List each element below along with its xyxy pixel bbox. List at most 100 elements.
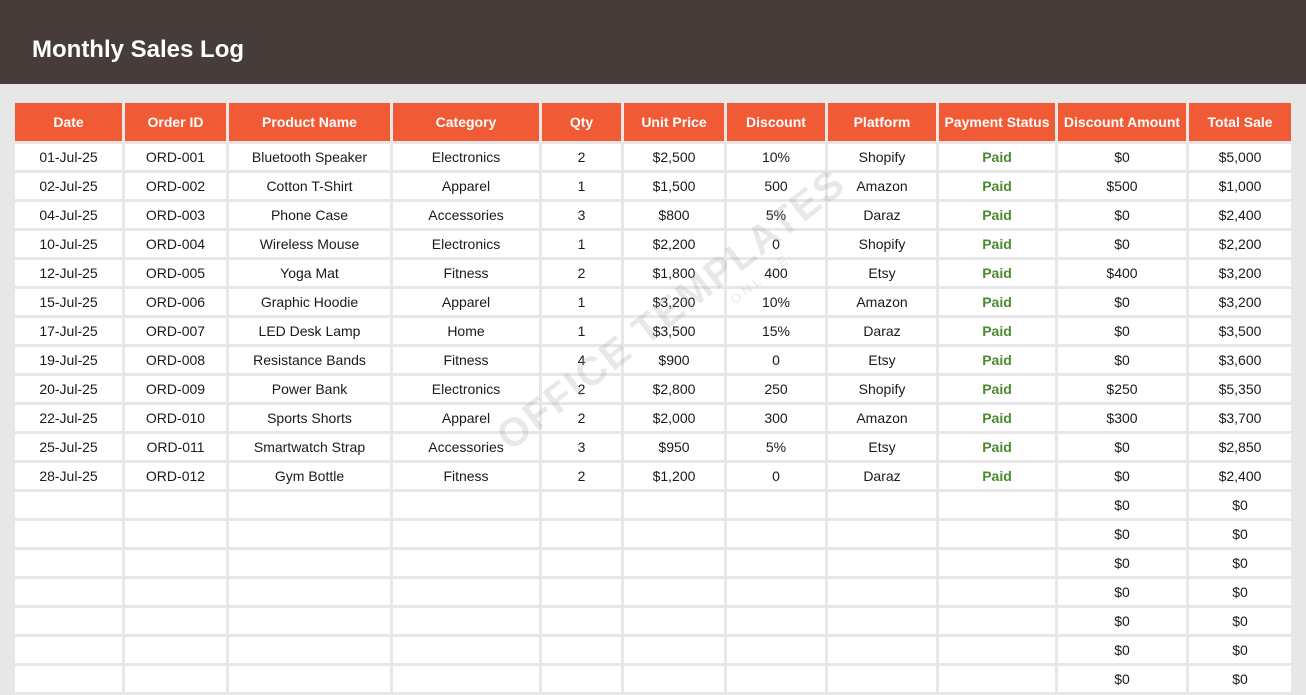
cell-discount[interactable]	[727, 550, 825, 576]
cell-date[interactable]: 19-Jul-25	[15, 347, 122, 373]
cell-discount[interactable]: 300	[727, 405, 825, 431]
cell-discount-amount[interactable]: $0	[1058, 144, 1186, 170]
cell-product-name[interactable]: Power Bank	[229, 376, 390, 402]
cell-platform[interactable]	[828, 492, 936, 518]
cell-discount[interactable]: 5%	[727, 202, 825, 228]
column-header-category[interactable]: Category	[393, 103, 539, 141]
cell-product-name[interactable]: Graphic Hoodie	[229, 289, 390, 315]
cell-platform[interactable]: Amazon	[828, 405, 936, 431]
cell-unit-price[interactable]: $2,200	[624, 231, 724, 257]
column-header-total-sale[interactable]: Total Sale	[1189, 103, 1291, 141]
cell-unit-price[interactable]	[624, 579, 724, 605]
cell-unit-price[interactable]: $1,200	[624, 463, 724, 489]
cell-date[interactable]: 01-Jul-25	[15, 144, 122, 170]
cell-platform[interactable]	[828, 637, 936, 663]
cell-category[interactable]: Apparel	[393, 405, 539, 431]
cell-discount-amount[interactable]: $0	[1058, 608, 1186, 634]
cell-payment-status[interactable]: Paid	[939, 173, 1055, 199]
cell-payment-status[interactable]	[939, 550, 1055, 576]
cell-total-sale[interactable]: $2,850	[1189, 434, 1291, 460]
cell-date[interactable]: 10-Jul-25	[15, 231, 122, 257]
cell-total-sale[interactable]: $2,200	[1189, 231, 1291, 257]
cell-date[interactable]: 25-Jul-25	[15, 434, 122, 460]
cell-total-sale[interactable]: $1,000	[1189, 173, 1291, 199]
cell-discount[interactable]: 0	[727, 347, 825, 373]
cell-platform[interactable]: Amazon	[828, 173, 936, 199]
column-header-date[interactable]: Date	[15, 103, 122, 141]
column-header-order-id[interactable]: Order ID	[125, 103, 226, 141]
cell-total-sale[interactable]: $3,200	[1189, 260, 1291, 286]
cell-product-name[interactable]	[229, 637, 390, 663]
cell-order-id[interactable]: ORD-006	[125, 289, 226, 315]
cell-unit-price[interactable]	[624, 550, 724, 576]
cell-qty[interactable]: 1	[542, 231, 621, 257]
cell-qty[interactable]	[542, 492, 621, 518]
cell-order-id[interactable]	[125, 492, 226, 518]
cell-order-id[interactable]: ORD-010	[125, 405, 226, 431]
column-header-payment-status[interactable]: Payment Status	[939, 103, 1055, 141]
cell-total-sale[interactable]: $5,000	[1189, 144, 1291, 170]
cell-total-sale[interactable]: $0	[1189, 550, 1291, 576]
cell-unit-price[interactable]	[624, 666, 724, 692]
cell-category[interactable]: Electronics	[393, 231, 539, 257]
cell-discount[interactable]: 10%	[727, 144, 825, 170]
cell-platform[interactable]: Shopify	[828, 231, 936, 257]
cell-qty[interactable]	[542, 637, 621, 663]
column-header-platform[interactable]: Platform	[828, 103, 936, 141]
cell-discount-amount[interactable]: $0	[1058, 434, 1186, 460]
column-header-qty[interactable]: Qty	[542, 103, 621, 141]
cell-date[interactable]: 28-Jul-25	[15, 463, 122, 489]
cell-qty[interactable]: 2	[542, 144, 621, 170]
cell-total-sale[interactable]: $3,600	[1189, 347, 1291, 373]
cell-total-sale[interactable]: $0	[1189, 608, 1291, 634]
cell-qty[interactable]	[542, 550, 621, 576]
cell-qty[interactable]: 3	[542, 434, 621, 460]
cell-payment-status[interactable]	[939, 637, 1055, 663]
cell-date[interactable]	[15, 666, 122, 692]
cell-category[interactable]: Home	[393, 318, 539, 344]
cell-discount[interactable]: 15%	[727, 318, 825, 344]
cell-payment-status[interactable]: Paid	[939, 405, 1055, 431]
cell-category[interactable]: Accessories	[393, 202, 539, 228]
cell-discount-amount[interactable]: $0	[1058, 347, 1186, 373]
column-header-discount[interactable]: Discount	[727, 103, 825, 141]
cell-unit-price[interactable]: $2,000	[624, 405, 724, 431]
cell-platform[interactable]: Daraz	[828, 318, 936, 344]
cell-date[interactable]	[15, 579, 122, 605]
cell-order-id[interactable]: ORD-008	[125, 347, 226, 373]
cell-discount[interactable]	[727, 521, 825, 547]
cell-total-sale[interactable]: $2,400	[1189, 463, 1291, 489]
cell-platform[interactable]: Etsy	[828, 434, 936, 460]
cell-platform[interactable]: Amazon	[828, 289, 936, 315]
cell-discount[interactable]: 400	[727, 260, 825, 286]
cell-unit-price[interactable]: $2,500	[624, 144, 724, 170]
cell-order-id[interactable]	[125, 637, 226, 663]
cell-payment-status[interactable]: Paid	[939, 144, 1055, 170]
cell-product-name[interactable]: Phone Case	[229, 202, 390, 228]
cell-platform[interactable]: Daraz	[828, 463, 936, 489]
cell-product-name[interactable]: Sports Shorts	[229, 405, 390, 431]
cell-total-sale[interactable]: $0	[1189, 521, 1291, 547]
cell-category[interactable]	[393, 608, 539, 634]
cell-qty[interactable]: 1	[542, 289, 621, 315]
cell-total-sale[interactable]: $3,200	[1189, 289, 1291, 315]
cell-unit-price[interactable]: $950	[624, 434, 724, 460]
cell-product-name[interactable]	[229, 492, 390, 518]
cell-unit-price[interactable]	[624, 521, 724, 547]
cell-unit-price[interactable]: $1,500	[624, 173, 724, 199]
cell-date[interactable]: 04-Jul-25	[15, 202, 122, 228]
cell-category[interactable]	[393, 550, 539, 576]
cell-payment-status[interactable]: Paid	[939, 318, 1055, 344]
cell-category[interactable]: Fitness	[393, 347, 539, 373]
cell-qty[interactable]: 2	[542, 376, 621, 402]
cell-platform[interactable]: Shopify	[828, 376, 936, 402]
cell-order-id[interactable]: ORD-003	[125, 202, 226, 228]
cell-order-id[interactable]	[125, 550, 226, 576]
cell-total-sale[interactable]: $0	[1189, 492, 1291, 518]
cell-order-id[interactable]: ORD-004	[125, 231, 226, 257]
cell-payment-status[interactable]: Paid	[939, 376, 1055, 402]
cell-total-sale[interactable]: $3,500	[1189, 318, 1291, 344]
cell-unit-price[interactable]: $2,800	[624, 376, 724, 402]
cell-unit-price[interactable]: $3,500	[624, 318, 724, 344]
cell-product-name[interactable]: Cotton T-Shirt	[229, 173, 390, 199]
